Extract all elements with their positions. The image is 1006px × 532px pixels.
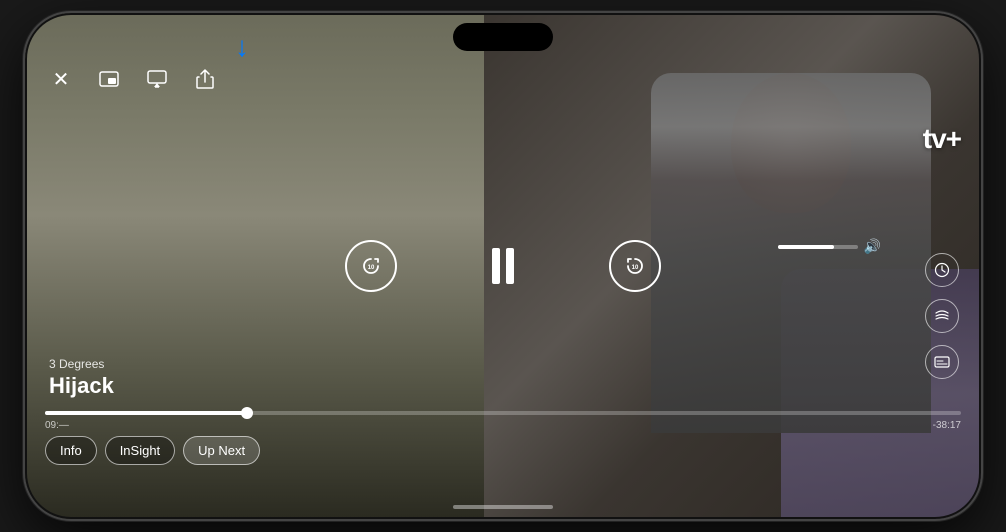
side-button-left [23, 153, 25, 213]
progress-fill [45, 411, 247, 415]
pause-bar-right [506, 248, 514, 284]
controls-overlay: ↓ ✕ [25, 13, 981, 519]
airplay-button[interactable] [141, 63, 173, 95]
phone-frame: ↓ ✕ [23, 11, 983, 521]
up-next-tab[interactable]: Up Next [183, 436, 260, 465]
show-title: Hijack [49, 373, 114, 399]
title-info: 3 Degrees Hijack [49, 357, 114, 399]
episode-label: 3 Degrees [49, 357, 114, 371]
time-labels: 09:— -38:17 [45, 420, 961, 431]
pip-button[interactable] [93, 63, 125, 95]
rewind-button[interactable]: 10 [345, 240, 397, 292]
right-side-controls [925, 253, 959, 379]
pause-button[interactable] [477, 240, 529, 292]
svg-text:10: 10 [368, 265, 375, 271]
share-button[interactable] [189, 63, 221, 95]
playback-controls: 10 10 [25, 240, 981, 292]
home-indicator [453, 505, 553, 509]
pause-icon [492, 248, 514, 284]
close-button[interactable]: ✕ [45, 63, 77, 95]
forward-button[interactable]: 10 [609, 240, 661, 292]
info-tab[interactable]: Info [45, 436, 97, 465]
side-button-right [981, 173, 983, 253]
progress-area[interactable]: 09:— -38:17 [45, 411, 961, 431]
progress-track[interactable] [45, 411, 961, 415]
top-bar: ✕ [25, 63, 981, 95]
subtitles-button[interactable] [925, 345, 959, 379]
svg-text:10: 10 [632, 265, 639, 271]
blue-arrow-indicator: ↓ [235, 31, 249, 63]
insight-tab[interactable]: InSight [105, 436, 175, 465]
time-elapsed: 09:— [45, 420, 69, 431]
bottom-row: Info InSight Up Next [45, 436, 961, 465]
pause-bar-left [492, 248, 500, 284]
speed-button[interactable] [925, 253, 959, 287]
appletv-logo-area: 🔊 tv+ [921, 123, 961, 155]
dynamic-island [453, 23, 553, 51]
time-remaining: -38:17 [933, 420, 961, 431]
appletv-brand: tv+ [923, 123, 961, 155]
progress-thumb[interactable] [241, 407, 253, 419]
audio-button[interactable] [925, 299, 959, 333]
